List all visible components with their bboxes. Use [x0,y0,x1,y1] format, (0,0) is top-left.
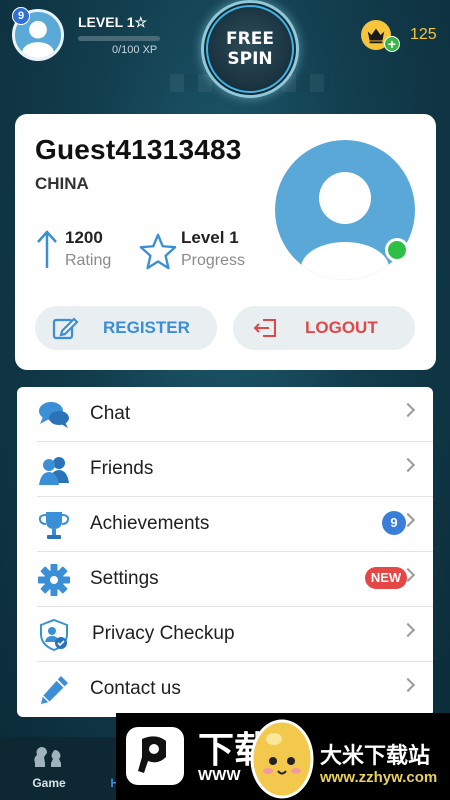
level-title: LEVEL 1☆ [78,14,148,30]
menu-label-contact-us: Contact us [90,678,181,699]
menu-label-settings: Settings [90,568,159,589]
register-label: REGISTER [103,318,190,337]
menu-label-privacy-checkup: Privacy Checkup [92,623,235,644]
chevron-right-icon [400,622,416,638]
nav-game-label: Game [32,776,66,790]
edit-icon [52,317,79,340]
watermark-banner: 下载 WWW 大米下载站 www.zzhyw.com [116,713,450,800]
shield-user-icon [40,618,68,652]
chevron-right-icon [400,402,416,418]
menu-item-friends[interactable]: Friends [37,442,433,497]
menu-item-achievements[interactable]: Achievements 9 [37,497,433,552]
register-button[interactable]: REGISTER [35,306,217,350]
xp-progress-bar [78,36,160,41]
top-bar: 9 LEVEL 1☆ 0/100 XP FREE SPIN + 125 [0,0,450,100]
watermark-url: www.zzhyw.com [320,769,438,786]
arrow-up-icon [37,230,57,268]
progress-stat: Level 1 Progress [139,228,269,278]
free-spin-line1: FREE [226,29,274,49]
logout-button[interactable]: LOGOUT [233,306,415,350]
profile-card: Guest41313483 CHINA 1200 Rating Level 1 … [15,114,436,370]
level-badge: 9 [12,7,30,25]
coin-balance: 125 [410,26,437,43]
menu-item-privacy-checkup[interactable]: Privacy Checkup [37,607,433,662]
rating-label: Rating [65,252,112,269]
egg-mascot-icon [250,719,314,799]
achievements-count-badge: 9 [382,511,406,535]
watermark-brand: 大米下载站 [320,744,431,769]
star-icon [139,233,177,270]
friends-icon [39,457,69,485]
menu-list: Chat Friends Achievements 9 Settings NEW… [17,387,433,717]
chevron-right-icon [400,677,416,693]
menu-label-friends: Friends [90,458,154,479]
menu-item-settings[interactable]: Settings NEW [37,552,433,607]
rating-value: 1200 [65,228,103,247]
logout-icon [253,319,276,337]
settings-new-badge: NEW [365,567,407,589]
chevron-right-icon [400,457,416,473]
nav-game-tab[interactable]: Game [26,743,72,790]
trophy-icon [38,512,70,539]
menu-item-contact-us[interactable]: Contact us [37,662,433,717]
username: Guest41313483 [35,134,242,165]
online-status-dot [385,238,409,262]
chess-pieces-icon [34,747,61,767]
progress-label: Progress [181,252,246,269]
xp-text: 0/100 XP [112,44,158,56]
logout-label: LOGOUT [305,318,378,337]
menu-item-chat[interactable]: Chat [37,387,433,442]
watermark-www: WWW [198,767,241,784]
free-spin-button[interactable]: FREE SPIN [201,0,299,98]
gear-icon [38,564,70,596]
menu-label-chat: Chat [90,403,131,424]
pencil-icon [41,676,68,704]
rating-stat: 1200 Rating [35,228,145,278]
progress-value: Level 1 [181,228,239,247]
menu-label-achievements: Achievements [90,513,210,534]
country: CHINA [35,174,89,193]
chat-icon [39,402,69,428]
watermark-logo [126,727,184,785]
free-spin-line2: SPIN [227,49,273,69]
add-coins-icon[interactable]: + [384,36,400,52]
